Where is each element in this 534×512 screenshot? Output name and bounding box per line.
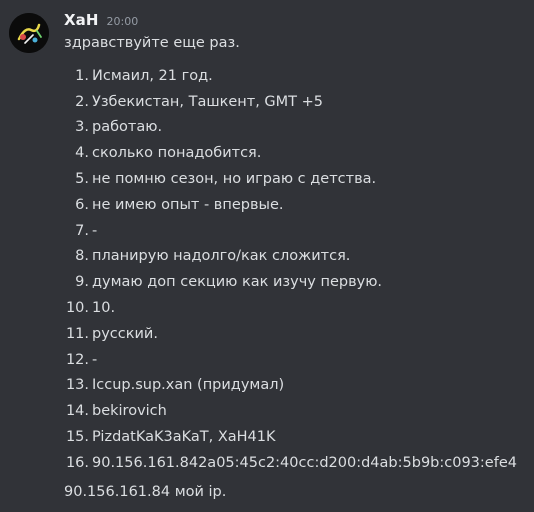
list-item-number: 4.: [75, 145, 89, 162]
chat-message: XaH 20:00 здравствуйте еще раз. 1. Исмаил…: [0, 0, 534, 512]
list-item-number: 3.: [75, 119, 89, 136]
list-item-text: Iccup.sup.xan (придумал): [92, 377, 285, 394]
list-item-text: сколько понадобится.: [92, 145, 262, 162]
list-item: 5. не помню сезон, но играю с детства.: [64, 166, 517, 192]
list-item-text: Исмаил, 21 год.: [92, 67, 213, 84]
timestamp[interactable]: 20:00: [107, 15, 139, 28]
list-item-number: 8.: [75, 248, 89, 265]
list-item-text: 10.: [92, 300, 116, 317]
list-item-number: 10.: [65, 300, 89, 317]
list-item: 11. русский.: [64, 321, 517, 347]
list-item-number: 14.: [65, 403, 89, 420]
list-item: 6. не имею опыт - впервые.: [64, 192, 517, 218]
list-item-number: 7.: [75, 222, 89, 239]
list-item-number: 16.: [65, 454, 89, 471]
list-item-number: 6.: [75, 196, 89, 213]
list-item-text: думаю доп секцию как изучу первую.: [92, 274, 383, 291]
list-item: 13. Iccup.sup.xan (придумал): [64, 373, 517, 399]
list-item: 9. думаю доп секцию как изучу первую.: [64, 269, 517, 295]
user-avatar[interactable]: [9, 13, 49, 53]
avatar-image: [9, 13, 49, 53]
list-item-number: 2.: [75, 93, 89, 110]
list-item-number: 15.: [65, 429, 89, 446]
list-item: 14. bekirovich: [64, 398, 517, 424]
list-item-text: Узбекистан, Ташкент, GMT +5: [92, 93, 324, 110]
list-item-number: 12.: [65, 351, 89, 368]
list-item: 16. 90.156.161.842a05:45c2:40cc:d200:d4ab…: [64, 450, 517, 476]
greeting-text: здравствуйте еще раз.: [64, 35, 240, 51]
list-item: 10. 10.: [64, 295, 517, 321]
numbered-list: 1. Исмаил, 21 год. 2. Узбекистан, Ташкент, …: [64, 63, 517, 476]
list-item: 4. сколько понадобится.: [64, 140, 517, 166]
list-item-number: 1.: [75, 67, 89, 84]
list-item: 3. работаю.: [64, 115, 517, 141]
list-item-number: 5.: [75, 171, 89, 188]
list-item-text: не помню сезон, но играю с детства.: [92, 171, 377, 188]
list-item-text: 90.156.161.842a05:45c2:40cc:d200:d4ab:5b…: [92, 454, 517, 471]
message-header: XaH 20:00: [64, 11, 138, 33]
list-item-text: работаю.: [92, 119, 163, 136]
footer-text: 90.156.161.84 мой ip.: [64, 484, 227, 500]
list-item-number: 9.: [75, 274, 89, 291]
list-item-text: планирую надолго/как сложится.: [92, 248, 351, 265]
list-item: 15. PizdatKaK3aKaT, XaH41K: [64, 424, 517, 450]
list-item: 1. Исмаил, 21 год.: [64, 63, 517, 89]
list-item-text: -: [92, 222, 98, 239]
list-item: 12. -: [64, 347, 517, 373]
list-item-text: не имею опыт - впервые.: [92, 196, 284, 213]
username[interactable]: XaH: [64, 11, 99, 29]
list-item: 8. планирую надолго/как сложится.: [64, 244, 517, 270]
list-item-text: PizdatKaK3aKaT, XaH41K: [92, 429, 276, 446]
list-item: 2. Узбекистан, Ташкент, GMT +5: [64, 89, 517, 115]
list-item-text: -: [92, 351, 98, 368]
list-item-number: 13.: [65, 377, 89, 394]
list-item: 7. -: [64, 218, 517, 244]
list-item-number: 11.: [65, 325, 89, 342]
list-item-text: русский.: [92, 325, 158, 342]
list-item-text: bekirovich: [92, 403, 167, 420]
